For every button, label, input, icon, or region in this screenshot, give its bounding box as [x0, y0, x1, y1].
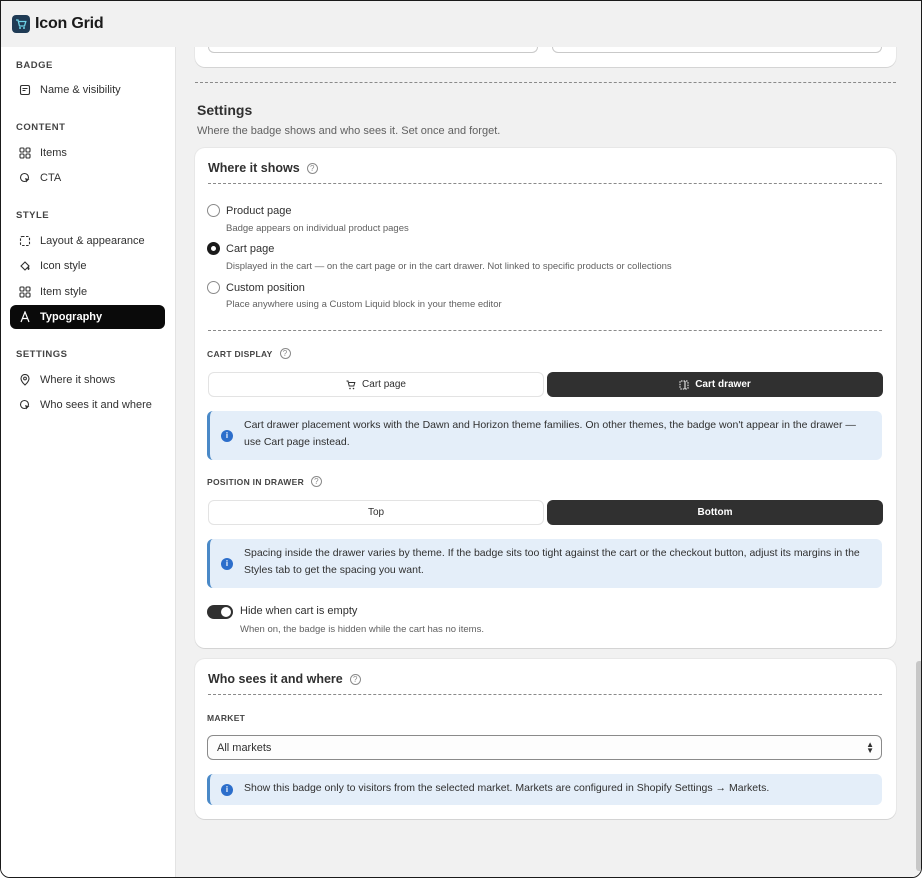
sidebar-item-label: Items [40, 147, 67, 159]
radio-description: Displayed in the cart — on the cart page… [226, 261, 672, 272]
position-top[interactable]: Top [208, 500, 544, 525]
drawer-icon [679, 380, 689, 390]
select-chevron-icon: ▲ ▼ [866, 740, 874, 755]
radio-cart-page[interactable]: Cart page [207, 242, 274, 255]
scrollbar[interactable] [916, 661, 921, 871]
sidebar-section-settings: SETTINGS [16, 349, 68, 360]
sidebar: BADGE Name & visibility CONTENT Items CT… [1, 47, 176, 877]
where-it-shows-title: Where it shows ? [208, 161, 318, 175]
text-icon [19, 311, 31, 323]
sidebar-item-layout-appearance[interactable]: Layout & appearance [10, 229, 165, 253]
help-icon[interactable]: ? [311, 476, 323, 487]
previous-input[interactable] [552, 47, 882, 53]
sidebar-item-cta[interactable]: CTA [10, 166, 165, 190]
app-title: Icon Grid [35, 15, 104, 32]
card-divider [208, 694, 882, 695]
cursor-click-icon [19, 172, 31, 184]
sidebar-section-badge: BADGE [16, 60, 53, 71]
cart-icon [346, 380, 356, 390]
previous-input[interactable] [208, 47, 538, 53]
cart-display-cart-drawer[interactable]: Cart drawer [547, 372, 883, 397]
sidebar-item-label: Item style [40, 286, 88, 298]
sidebar-item-label: CTA [40, 172, 62, 184]
sidebar-item-label: Who sees it and where [40, 399, 152, 411]
radio-label: Custom position [226, 281, 305, 294]
toggle-label: Hide when cart is empty [240, 605, 358, 617]
sidebar-item-label: Typography [40, 311, 103, 323]
app-header: Icon Grid [1, 1, 921, 47]
location-pin-icon [19, 374, 31, 386]
app-window: Icon Grid BADGE Name & visibility CONTEN… [0, 0, 922, 878]
market-select[interactable]: All markets ▲ ▼ [207, 735, 882, 760]
spacing-banner: i Spacing inside the drawer varies by th… [207, 539, 882, 588]
radio-custom-position[interactable]: Custom position [207, 281, 305, 294]
label-text: CART DISPLAY [207, 348, 273, 359]
help-icon[interactable]: ? [349, 673, 361, 685]
sidebar-item-where-it-shows[interactable]: Where it shows [10, 368, 165, 392]
market-label: MARKET [207, 713, 246, 723]
card-title-text: Where it shows [208, 161, 300, 175]
radio-product-page[interactable]: Product page [207, 204, 291, 217]
card-divider [208, 183, 882, 184]
label-text: POSITION IN DRAWER [207, 476, 305, 487]
card-title-text: Who sees it and where [208, 672, 343, 686]
sidebar-item-label: Layout & appearance [40, 235, 145, 247]
help-icon[interactable]: ? [279, 348, 291, 359]
layout-icon [19, 235, 31, 247]
sidebar-section-style: STYLE [16, 210, 50, 221]
sidebar-item-label: Where it shows [40, 374, 116, 386]
sidebar-item-who-sees[interactable]: Who sees it and where [10, 393, 165, 417]
cart-display-cart-page[interactable]: Cart page [208, 372, 544, 397]
radio-description: Badge appears on individual product page… [226, 223, 409, 234]
settings-heading: Settings [197, 102, 253, 118]
who-sees-card: Who sees it and where ? MARKET All marke… [195, 659, 896, 819]
radio-label: Cart page [226, 242, 275, 255]
sidebar-item-items[interactable]: Items [10, 141, 165, 165]
help-icon[interactable]: ? [306, 162, 318, 174]
market-banner: i Show this badge only to visitors from … [207, 774, 882, 805]
info-icon: i [221, 783, 233, 796]
hide-when-empty-toggle[interactable] [207, 605, 233, 619]
position-bottom[interactable]: Bottom [547, 500, 883, 525]
section-divider [195, 82, 896, 83]
sidebar-item-icon-style[interactable]: Icon style [10, 254, 165, 278]
sidebar-item-name-visibility[interactable]: Name & visibility [10, 78, 165, 102]
radio-label: Product page [226, 204, 292, 217]
sidebar-item-item-style[interactable]: Item style [10, 280, 165, 304]
globe-cursor-icon [19, 399, 31, 411]
sidebar-item-typography[interactable]: Typography [10, 305, 165, 329]
grid-icon [19, 147, 31, 159]
banner-text: Cart drawer placement works with the Daw… [244, 419, 856, 448]
drawer-compat-banner: i Cart drawer placement works with the D… [207, 411, 882, 460]
where-it-shows-card: Where it shows ? Product page Badge appe… [195, 148, 896, 648]
toggle-description: When on, the badge is hidden while the c… [240, 624, 484, 635]
info-icon: i [221, 429, 233, 442]
sidebar-item-label: Icon style [40, 260, 87, 272]
select-value: All markets [217, 741, 272, 754]
radio-button-checked[interactable] [207, 242, 220, 255]
who-sees-title: Who sees it and where ? [208, 672, 361, 686]
radio-description: Place anywhere using a Custom Liquid blo… [226, 299, 502, 310]
main-content: Settings Where the badge shows and who s… [176, 47, 921, 877]
previous-card [195, 47, 896, 67]
cart-display-label: CART DISPLAY ? [207, 348, 291, 359]
position-in-drawer-label: POSITION IN DRAWER ? [207, 476, 323, 487]
settings-description: Where the badge shows and who sees it. S… [197, 125, 501, 137]
banner-text: Show this badge only to visitors from th… [244, 782, 770, 794]
sidebar-item-label: Name & visibility [40, 84, 121, 96]
segment-label: Bottom [697, 507, 733, 518]
info-icon: i [221, 557, 233, 570]
grid-icon [19, 286, 31, 298]
app-logo-icon [12, 15, 30, 33]
radio-button[interactable] [207, 281, 220, 294]
card-divider [208, 330, 882, 331]
segment-label: Cart page [362, 379, 406, 390]
segment-label: Top [367, 507, 385, 518]
note-icon [19, 84, 31, 96]
sidebar-section-content: CONTENT [16, 122, 66, 133]
segment-label: Cart drawer [695, 379, 751, 390]
radio-button[interactable] [207, 204, 220, 217]
banner-text: Spacing inside the drawer varies by them… [244, 547, 860, 576]
paint-bucket-icon [19, 260, 31, 272]
